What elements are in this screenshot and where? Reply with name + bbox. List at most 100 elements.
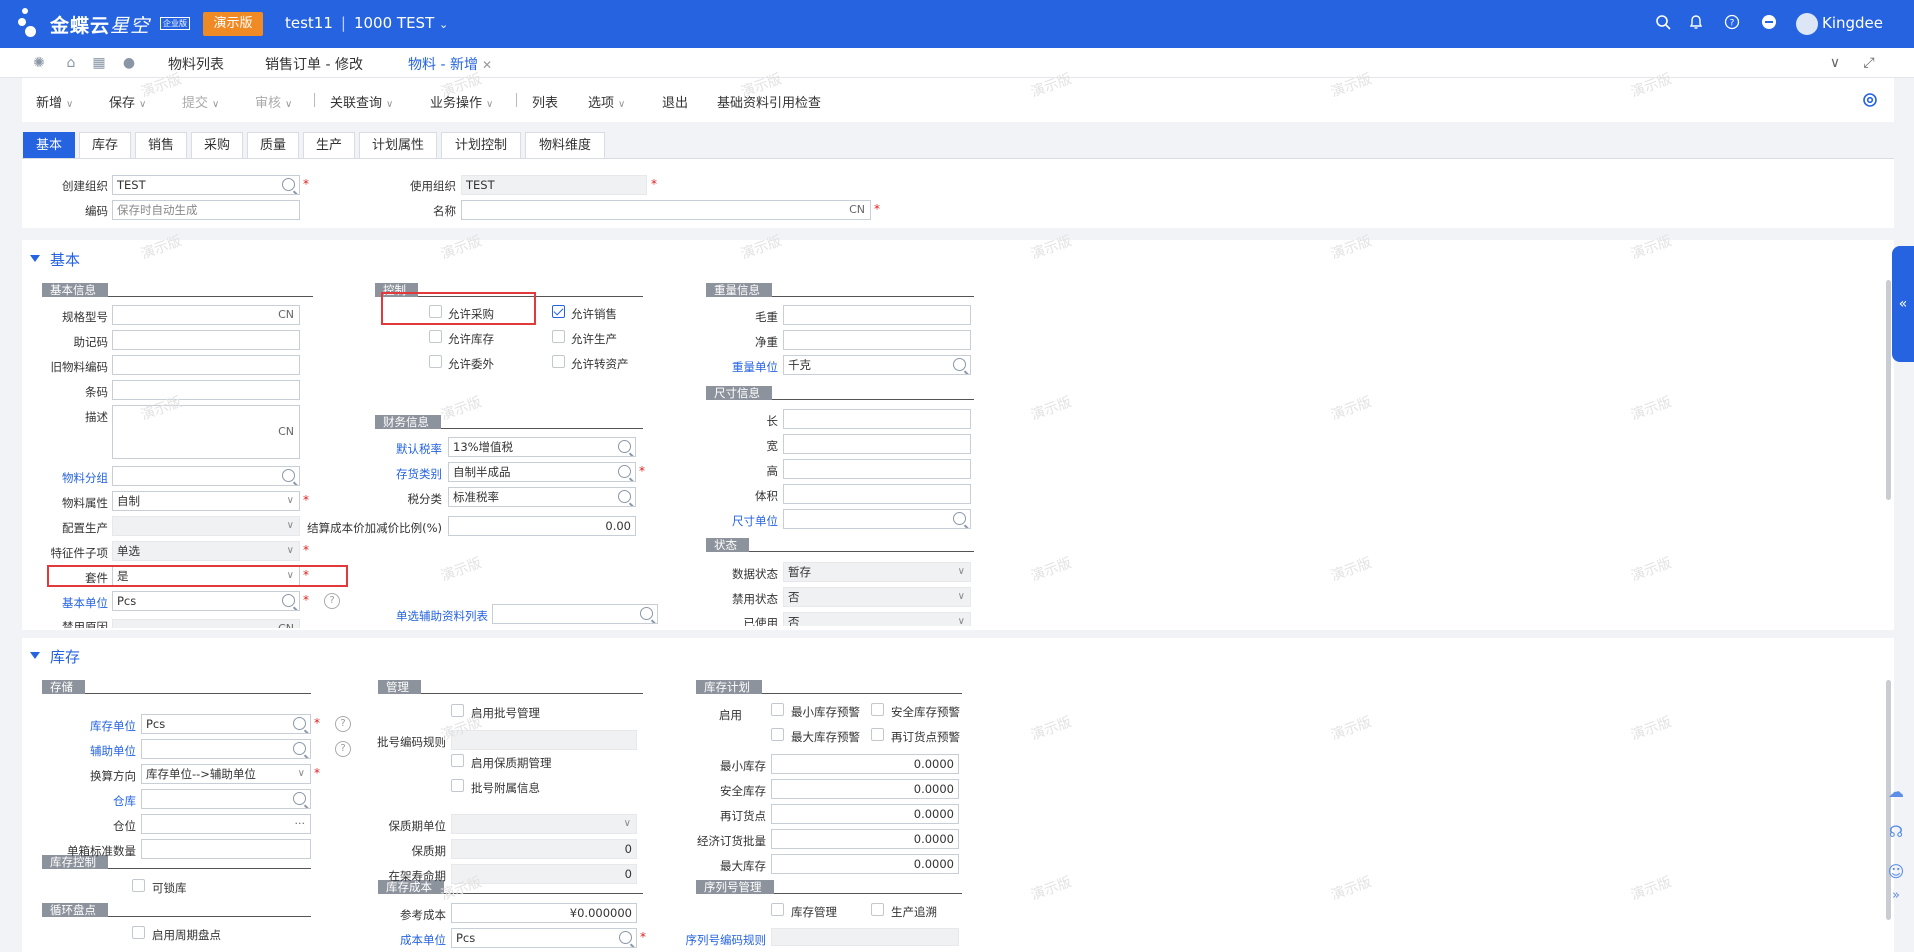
aux-list-input[interactable] [492, 604, 658, 624]
base-unit-input[interactable]: Pcs [112, 591, 300, 611]
collapse-triangle-icon[interactable] [30, 255, 40, 262]
ellipsis-icon[interactable]: ··· [295, 815, 306, 833]
avatar[interactable] [1796, 13, 1818, 35]
name-input[interactable]: CN [461, 200, 871, 220]
headset-icon[interactable]: ☊ [1886, 822, 1906, 842]
allow-produce-checkbox[interactable] [552, 330, 565, 343]
search-icon[interactable] [282, 178, 295, 191]
subtab-purchase[interactable]: 采购 [191, 132, 243, 158]
safe-stock-input[interactable]: 0.0000 [771, 779, 959, 799]
collapse-triangle-icon[interactable] [30, 652, 40, 659]
subtab-plan-attr[interactable]: 计划属性 [359, 132, 437, 158]
subtab-basic[interactable]: 基本 [23, 132, 75, 158]
help-icon[interactable]: ? [335, 716, 351, 732]
user-name[interactable]: Kingdee [1822, 14, 1883, 32]
allow-sale-checkbox[interactable] [552, 305, 565, 318]
max-stock-input[interactable]: 0.0000 [771, 854, 959, 874]
tab-material-list[interactable]: 物料列表 [168, 54, 224, 74]
search-icon[interactable] [618, 440, 631, 453]
cost-ratio-input[interactable]: 0.00 [448, 516, 636, 536]
mnemonic-input[interactable] [112, 330, 300, 350]
subtab-material-dimension[interactable]: 物料维度 [525, 132, 605, 158]
help-icon[interactable]: ? [324, 593, 340, 609]
apps-icon[interactable]: ▦ [90, 54, 108, 72]
tab-sales-order-edit[interactable]: 销售订单 - 修改 [265, 54, 363, 74]
size-unit-input[interactable] [783, 509, 971, 529]
new-button[interactable]: 新增 ∨ [36, 92, 73, 111]
cloud-icon[interactable]: ☁ [1886, 782, 1906, 802]
list-button[interactable]: 列表 [532, 92, 558, 111]
stock-type-input[interactable]: 自制半成品 [448, 462, 636, 482]
submit-button[interactable]: 提交 ∨ [182, 92, 219, 111]
serial-rule-label[interactable]: 序列号编码规则 [670, 932, 767, 948]
aux-list-label[interactable]: 单选辅助资料列表 [370, 608, 488, 624]
old-code-input[interactable] [112, 355, 300, 375]
options-button[interactable]: 选项 ∨ [588, 92, 625, 111]
allow-asset-checkbox[interactable] [552, 355, 565, 368]
length-input[interactable] [783, 409, 971, 429]
material-prop-select[interactable]: 自制 ∨ [112, 491, 300, 511]
allow-stock-checkbox[interactable] [429, 330, 442, 343]
warehouse-input[interactable] [141, 789, 311, 809]
warehouse-label[interactable]: 仓库 [40, 793, 136, 809]
search-icon[interactable] [293, 792, 306, 805]
search-icon[interactable] [953, 358, 966, 371]
search-icon[interactable] [640, 607, 653, 620]
search-icon[interactable] [282, 469, 295, 482]
barcode-input[interactable] [112, 380, 300, 400]
aux-unit-label[interactable]: 辅助单位 [40, 743, 136, 759]
reorder-point-input[interactable]: 0.0000 [771, 804, 959, 824]
related-query-button[interactable]: 关联查询 ∨ [330, 92, 393, 111]
exit-button[interactable]: 退出 [662, 92, 688, 111]
shelf-enable-checkbox[interactable] [451, 754, 464, 767]
subtab-production[interactable]: 生产 [303, 132, 355, 158]
chat-icon[interactable]: ● [120, 54, 138, 72]
more-icon[interactable] [1759, 14, 1779, 34]
chevron-down-icon[interactable]: ∨ [1826, 54, 1844, 72]
tab-material-new[interactable]: 物料 - 新增 ✕ [408, 54, 492, 81]
tax-class-input[interactable]: 标准税率 [448, 487, 636, 507]
batch-attach-checkbox[interactable] [451, 779, 464, 792]
ref-cost-input[interactable]: ¥0.000000 [451, 903, 637, 923]
subtab-quality[interactable]: 质量 [247, 132, 299, 158]
min-warn-checkbox[interactable] [771, 703, 784, 716]
section-title-stock[interactable]: 库存 [50, 646, 80, 667]
bell-icon[interactable] [1686, 14, 1706, 34]
subtab-stock[interactable]: 库存 [79, 132, 131, 158]
base-unit-label[interactable]: 基本单位 [40, 595, 108, 611]
business-ops-button[interactable]: 业务操作 ∨ [430, 92, 493, 111]
search-icon[interactable] [953, 512, 966, 525]
search-icon[interactable] [619, 931, 632, 944]
create-org-input[interactable]: TEST [112, 175, 300, 195]
net-weight-input[interactable] [783, 330, 971, 350]
width-input[interactable] [783, 434, 971, 454]
allow-outsource-checkbox[interactable] [429, 355, 442, 368]
cost-unit-label[interactable]: 成本单位 [370, 932, 446, 948]
search-icon[interactable] [282, 594, 295, 607]
eoq-input[interactable]: 0.0000 [771, 829, 959, 849]
section-title-basic[interactable]: 基本 [50, 249, 80, 270]
expand-icon[interactable]: » [1886, 888, 1906, 908]
tenant-switcher[interactable]: test11 | 1000 TEST ⌄ [285, 14, 448, 32]
tools-icon[interactable]: ✺ [30, 54, 48, 72]
close-icon[interactable]: ✕ [482, 58, 492, 72]
stock-type-label[interactable]: 存货类别 [370, 466, 442, 482]
search-icon[interactable] [1653, 14, 1673, 34]
audit-button[interactable]: 审核 ∨ [255, 92, 292, 111]
volume-input[interactable] [783, 484, 971, 504]
spec-input[interactable]: CN [112, 305, 300, 325]
cycle-count-checkbox[interactable] [132, 926, 145, 939]
aux-unit-input[interactable] [141, 739, 311, 759]
max-warn-checkbox[interactable] [771, 728, 784, 741]
cost-unit-input[interactable]: Pcs [451, 928, 637, 948]
min-stock-input[interactable]: 0.0000 [771, 754, 959, 774]
stock-unit-label[interactable]: 库存单位 [40, 718, 136, 734]
height-input[interactable] [783, 459, 971, 479]
settings-gear-icon[interactable] [1862, 92, 1878, 108]
tax-rate-input[interactable]: 13%增值税 [448, 437, 636, 457]
search-icon[interactable] [293, 717, 306, 730]
material-group-label[interactable]: 物料分组 [40, 470, 108, 486]
desc-textarea[interactable]: CN [112, 405, 300, 459]
smile-icon[interactable]: ☺ [1886, 862, 1906, 882]
side-panel-collapse-button[interactable]: « [1892, 246, 1914, 362]
